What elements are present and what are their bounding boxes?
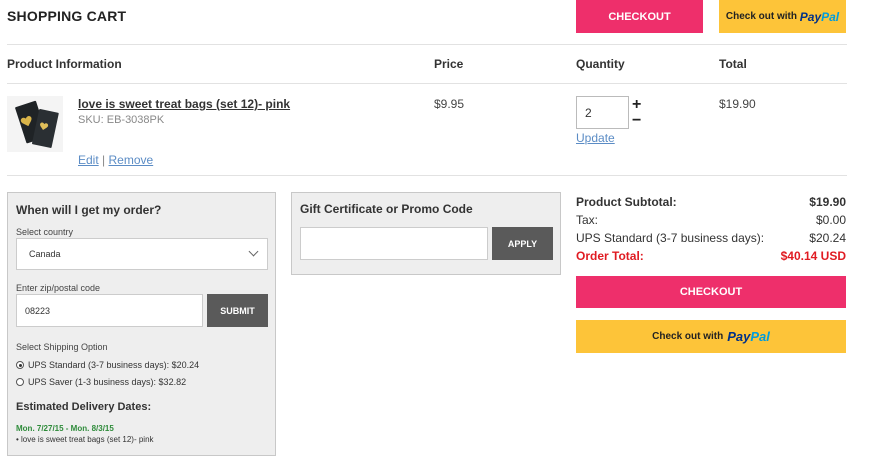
edit-link[interactable]: Edit [78,153,99,167]
action-separator: | [102,153,106,167]
shipping-option-saver[interactable]: UPS Saver (1-3 business days): $32.82 [16,377,186,387]
quantity-input[interactable]: 2 [576,96,629,129]
checkout-button-top[interactable]: CHECKOUT [576,0,703,33]
shipping-option-standard[interactable]: UPS Standard (3-7 business days): $20.24 [16,360,199,370]
promo-code-panel: Gift Certificate or Promo Code APPLY [291,192,561,275]
summary-shipping: UPS Standard (3-7 business days): $20.24 [576,231,846,245]
header-quantity: Quantity [576,57,625,71]
divider [7,175,847,176]
header-price: Price [434,57,464,71]
paypal-logo: PayPal [727,329,770,344]
country-select[interactable]: Canada [16,238,268,270]
quantity-minus-icon[interactable]: − [632,112,641,130]
summary-tax: Tax: $0.00 [576,213,846,227]
summary-order-total: Order Total: $40.14 USD [576,249,846,263]
item-total: $19.90 [719,97,756,111]
subtotal-label: Product Subtotal: [576,195,677,209]
delivery-dates-heading: Estimated Delivery Dates: [16,401,152,413]
shipping-option-label: UPS Standard (3-7 business days): $20.24 [28,360,200,370]
item-price: $9.95 [434,97,465,111]
promo-code-input[interactable] [300,227,488,260]
update-link[interactable]: Update [576,131,615,145]
item-actions: Edit | Remove [78,153,153,167]
radio-unselected-icon[interactable] [16,378,24,386]
radio-selected-icon[interactable] [16,361,24,369]
page-title: SHOPPING CART [7,8,127,24]
delivery-date-range: Mon. 7/27/15 - Mon. 8/3/15 [16,424,114,433]
shipping-label: UPS Standard (3-7 business days): [576,231,765,245]
shipping-option-label: Select Shipping Option [16,342,108,352]
product-sku: SKU: EB-3038PK [78,114,165,126]
apply-button[interactable]: APPLY [492,227,553,260]
shipping-value: $20.24 [809,231,846,245]
divider [7,83,847,84]
remove-link[interactable]: Remove [109,153,154,167]
divider [7,44,847,45]
subtotal-value: $19.90 [809,195,846,209]
paypal-checkout-button-top[interactable]: Check out with PayPal [719,0,846,33]
summary-subtotal: Product Subtotal: $19.90 [576,195,846,209]
delivery-heading: When will I get my order? [16,203,162,217]
tax-value: $0.00 [815,213,846,227]
delivery-item: • love is sweet treat bags (set 12)- pin… [16,435,154,444]
paypal-prefix: Check out with [652,331,724,342]
order-total-value: $40.14 USD [780,249,846,263]
zip-input[interactable]: 08223 [16,294,203,327]
country-label: Select country [16,227,74,237]
tax-label: Tax: [576,213,599,227]
promo-heading: Gift Certificate or Promo Code [300,202,473,216]
delivery-estimate-panel: When will I get my order? Select country… [7,192,276,456]
submit-zip-button[interactable]: SUBMIT [207,294,268,327]
country-value: Canada [29,249,61,259]
zip-label: Enter zip/postal code [16,283,101,293]
shipping-option-label: UPS Saver (1-3 business days): $32.82 [28,377,187,387]
paypal-logo: PayPal [799,9,840,24]
paypal-checkout-button[interactable]: Check out with PayPal [576,320,846,353]
checkout-button[interactable]: CHECKOUT [576,276,846,308]
header-product-info: Product Information [7,57,122,71]
chevron-down-icon [248,246,259,257]
header-total: Total [719,57,747,71]
paypal-prefix: Check out with [725,11,797,22]
product-name-link[interactable]: love is sweet treat bags (set 12)- pink [78,97,290,111]
order-total-label: Order Total: [576,249,644,263]
product-thumbnail[interactable] [7,96,63,152]
